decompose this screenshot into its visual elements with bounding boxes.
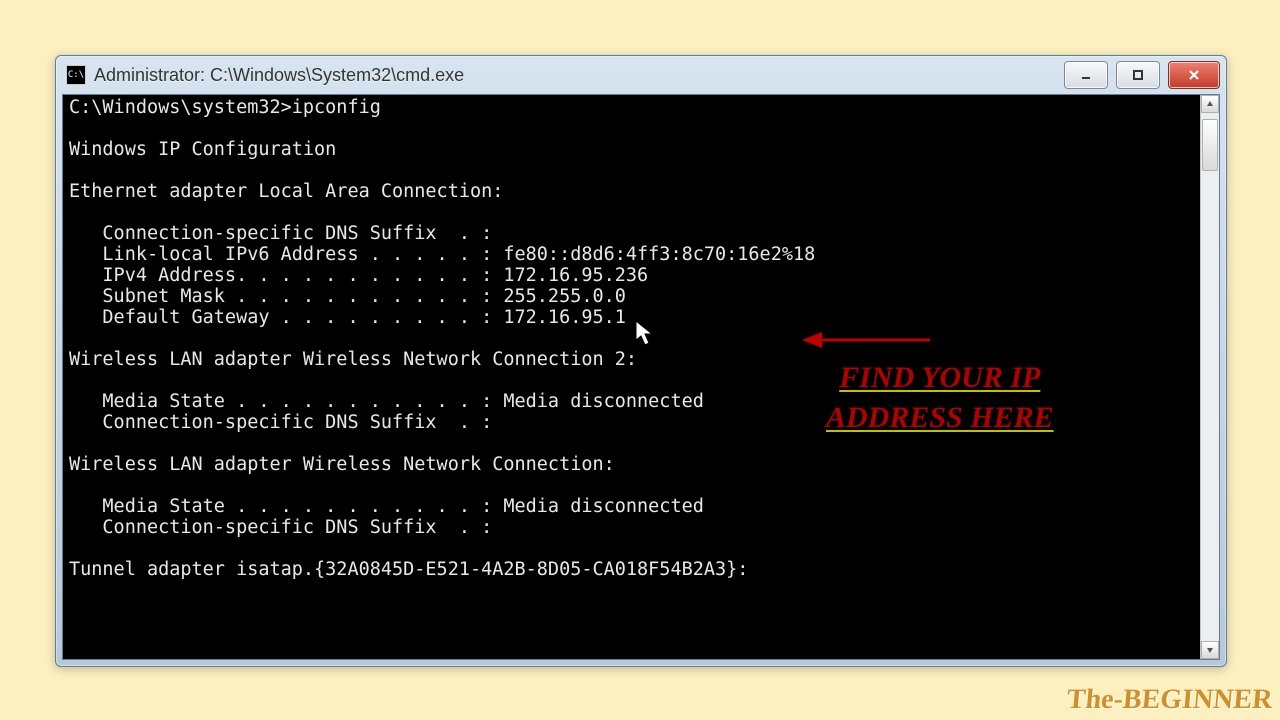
scrollbar-down-arrow[interactable]: [1201, 641, 1219, 659]
cmd-icon-glyph: C:\: [68, 70, 84, 80]
chevron-down-icon: [1206, 646, 1214, 654]
minimize-button[interactable]: [1064, 61, 1108, 89]
maximize-icon: [1131, 68, 1145, 82]
close-icon: [1187, 68, 1201, 82]
terminal-client-area: C:\Windows\system32>ipconfig Windows IP …: [62, 94, 1220, 660]
close-button[interactable]: [1168, 61, 1220, 89]
scrollbar-up-arrow[interactable]: [1201, 95, 1219, 113]
terminal-output[interactable]: C:\Windows\system32>ipconfig Windows IP …: [63, 95, 1200, 659]
watermark: The-BEGINNER: [1065, 684, 1273, 716]
window-title: Administrator: C:\Windows\System32\cmd.e…: [94, 65, 1056, 86]
titlebar[interactable]: C:\ Administrator: C:\Windows\System32\c…: [56, 56, 1226, 94]
scrollbar-thumb[interactable]: [1202, 119, 1218, 171]
maximize-button[interactable]: [1116, 61, 1160, 89]
cmd-app-icon: C:\: [66, 65, 86, 85]
vertical-scrollbar[interactable]: [1200, 95, 1219, 659]
cmd-window: C:\ Administrator: C:\Windows\System32\c…: [55, 55, 1227, 667]
chevron-up-icon: [1206, 100, 1214, 108]
minimize-icon: [1079, 68, 1093, 82]
